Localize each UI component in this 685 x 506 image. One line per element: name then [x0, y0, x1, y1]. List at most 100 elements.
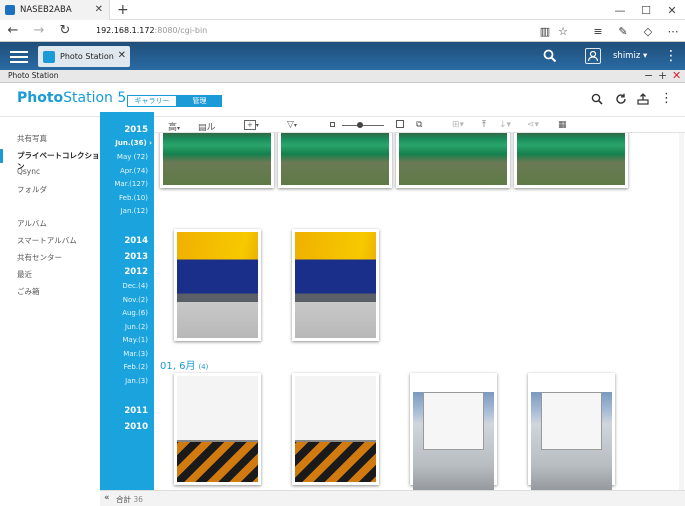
upload-icon[interactable] [637, 93, 649, 105]
timeline-month-dec-2012[interactable]: Dec.(4) [122, 282, 148, 290]
photo-station-icon [43, 50, 55, 63]
nas-favicon-icon [5, 5, 15, 15]
minimize-window-icon[interactable]: — [607, 0, 633, 20]
date-group-label: 01, 6月 [160, 361, 196, 372]
sidebar-item-shared-photos[interactable]: 共有写真 [17, 133, 47, 144]
close-window-icon[interactable]: ✕ [659, 0, 685, 20]
slideshow-icon[interactable]: ⊞▾ [452, 120, 464, 130]
mode-switch: ギャラリー 管理 [127, 95, 222, 107]
share-dropdown-icon[interactable]: ⋖▾ [527, 120, 539, 130]
search-icon[interactable] [543, 49, 557, 63]
photo-thumbnail[interactable] [410, 373, 497, 490]
collapse-chevron-icon[interactable]: « [104, 493, 110, 503]
team-photo-image [399, 133, 507, 185]
window-maximize-icon[interactable]: + [658, 69, 667, 82]
photo-thumbnail[interactable] [174, 373, 261, 485]
timeline-year-2013[interactable]: 2013 [124, 252, 148, 262]
manage-mode-button[interactable]: 管理 [177, 95, 222, 107]
window-minimize-icon[interactable]: − [644, 69, 653, 82]
rotate-icon[interactable]: ⤒ [482, 120, 486, 130]
zoom-in-icon[interactable] [396, 120, 404, 128]
photo-thumbnail[interactable] [160, 133, 274, 188]
timeline-month-jan-2015[interactable]: Jan.(12) [121, 207, 148, 215]
zoom-slider-knob[interactable] [357, 122, 363, 128]
zoom-out-icon[interactable] [330, 122, 335, 127]
url-field[interactable]: 192.168.1.172:8080/cgi-bin [96, 26, 207, 35]
new-tab-icon[interactable]: + [117, 1, 129, 19]
close-tab-icon[interactable]: ✕ [95, 4, 103, 15]
sidebar-item-trash[interactable]: ごみ箱 [17, 286, 40, 297]
sidebar-item-folder[interactable]: フォルダ [17, 184, 47, 195]
sidebar-item-qsync[interactable]: Qsync [17, 167, 40, 176]
close-app-tab-icon[interactable]: ✕ [118, 50, 126, 61]
date-group-count: (4) [198, 363, 209, 371]
refresh-icon[interactable] [615, 93, 627, 105]
timeline-month-jan-2012[interactable]: Jan.(3) [125, 377, 148, 385]
photo-thumbnail[interactable] [528, 373, 615, 490]
add-dropdown[interactable]: + ▾ [244, 120, 259, 130]
zoom-slider-track[interactable] [342, 125, 384, 126]
filter-dropdown[interactable]: ▽▾ [287, 120, 297, 130]
sort-dropdown[interactable]: 高▾ [168, 120, 180, 133]
web-note-icon[interactable]: ✎ [612, 20, 634, 42]
sidebar: 共有写真 プライベートコレクション Qsync フォルダ アルバム スマートアル… [0, 117, 100, 506]
timeline-month-jun-2012[interactable]: Jun.(2) [125, 323, 148, 331]
photo-thumbnail[interactable] [278, 133, 392, 188]
timeline-month-jun-2015[interactable]: Jun.(36) › [115, 139, 152, 147]
timeline-year-2011[interactable]: 2011 [124, 406, 148, 416]
timeline-month-aug-2012[interactable]: Aug.(6) [122, 309, 148, 317]
timeline-month-feb-2012[interactable]: Feb.(2) [123, 363, 148, 371]
timeline-year-2014[interactable]: 2014 [124, 236, 148, 246]
notice-board-image [295, 376, 376, 482]
timeline-month-apr-2015[interactable]: Apr.(74) [120, 167, 148, 175]
photo-thumbnail[interactable] [514, 133, 628, 188]
timeline-year-2010[interactable]: 2010 [124, 422, 148, 432]
timeline-month-mar-2012[interactable]: Mar.(3) [123, 350, 148, 358]
timeline-year-2015[interactable]: 2015 [124, 125, 148, 135]
photo-thumbnail[interactable] [396, 133, 510, 188]
logo-rest: Station 5 [63, 90, 127, 106]
total-count: 合計 36 [116, 494, 143, 505]
refresh-icon[interactable]: ↻ [52, 20, 78, 42]
view-mode-label: ル [206, 123, 216, 133]
forward-arrow-icon[interactable]: → [26, 20, 52, 42]
photo-thumbnail[interactable] [292, 229, 379, 341]
active-item-marker [0, 149, 3, 163]
content-scrollbar[interactable] [679, 133, 684, 490]
window-close-icon[interactable]: ✕ [672, 69, 681, 82]
browser-more-icon[interactable]: ⋯ [662, 20, 684, 42]
hamburger-menu-icon[interactable] [10, 48, 28, 64]
browser-tab[interactable]: NASEB2ABA ✕ [0, 0, 110, 20]
header-more-icon[interactable]: ⋮ [660, 91, 673, 106]
photo-thumbnail[interactable] [292, 373, 379, 485]
timeline-month-mar-2015[interactable]: Mar.(127) [114, 180, 148, 188]
sidebar-item-smart-album[interactable]: スマートアルバム [17, 235, 77, 246]
user-menu[interactable]: shimiz ▾ [613, 51, 647, 61]
hub-icon[interactable]: ≡ [587, 20, 609, 42]
sidebar-item-recent[interactable]: 最近 [17, 269, 32, 280]
fence-notice-image [531, 392, 612, 490]
timeline-month-feb-2015[interactable]: Feb.(10) [119, 194, 148, 202]
photo-station-app-tab[interactable]: Photo Station ✕ [38, 46, 130, 67]
header-search-icon[interactable] [591, 93, 603, 105]
select-all-icon[interactable]: ⧉ [416, 120, 422, 130]
maximize-window-icon[interactable]: ☐ [633, 0, 659, 20]
timeline-month-nov-2012[interactable]: Nov.(2) [123, 296, 148, 304]
status-footer: « 合計 36 [100, 490, 685, 506]
timeline-month-may-2012[interactable]: May.(1) [122, 336, 148, 344]
photo-thumbnail[interactable] [174, 229, 261, 341]
add-chevron-down-icon: ▾ [255, 122, 259, 129]
share-icon[interactable]: ◇ [637, 20, 659, 42]
sidebar-item-share-center[interactable]: 共有センター [17, 252, 62, 263]
back-arrow-icon[interactable]: ← [0, 20, 26, 42]
view-mode-button[interactable]: ▤ル [198, 120, 216, 133]
timeline-month-may-2015[interactable]: May (72) [117, 153, 148, 161]
sidebar-item-album[interactable]: アルバム [17, 218, 47, 229]
timeline-year-2012[interactable]: 2012 [124, 267, 148, 277]
nas-more-options-icon[interactable]: ⋮ [664, 49, 678, 63]
user-avatar-icon[interactable] [585, 48, 601, 64]
gallery-mode-button[interactable]: ギャラリー [127, 95, 177, 107]
qr-grid-icon[interactable]: ▦ [558, 120, 567, 130]
download-icon[interactable]: ↓▾ [499, 120, 511, 130]
favorite-star-icon[interactable]: ☆ [552, 20, 574, 42]
